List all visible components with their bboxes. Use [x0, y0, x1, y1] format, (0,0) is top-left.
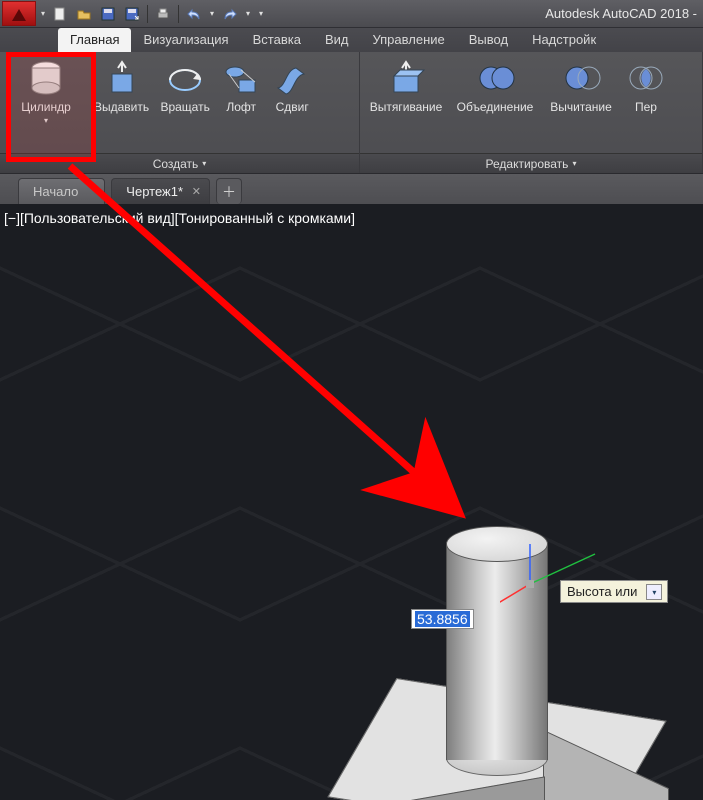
- extrude-icon: [102, 58, 142, 98]
- document-tab-bar: Начало Чертеж1* ✕ ＋: [0, 174, 703, 204]
- cylinder-top-ellipse: [446, 526, 548, 562]
- subtract-label: Вычитание: [550, 100, 612, 114]
- app-menu-button[interactable]: [2, 1, 36, 26]
- panel-edit-title[interactable]: Редактировать ▾: [360, 153, 702, 173]
- cylinder-icon: [26, 58, 66, 98]
- viewport-controls-label[interactable]: [−][Пользовательский вид][Тонированный с…: [4, 210, 355, 226]
- undo-button[interactable]: [183, 3, 205, 25]
- presspull-icon: [386, 58, 426, 98]
- close-icon[interactable]: ✕: [192, 185, 201, 198]
- loft-label: Лофт: [226, 100, 256, 114]
- tooltip-dropdown-icon[interactable]: ▾: [646, 584, 662, 600]
- intersect-label: Пер: [635, 100, 657, 114]
- sweep-label: Сдвиг: [276, 100, 309, 114]
- tab-visualize[interactable]: Визуализация: [131, 28, 240, 52]
- presspull-button[interactable]: Вытягивание: [364, 56, 448, 114]
- tab-view[interactable]: Вид: [313, 28, 361, 52]
- tooltip-text: Высота или: [567, 584, 637, 599]
- new-tab-button[interactable]: ＋: [216, 178, 242, 204]
- panel-create-label: Создать: [153, 157, 199, 171]
- separator: [147, 5, 148, 23]
- undo-dropdown-icon[interactable]: ▾: [207, 3, 217, 25]
- qat-customize-dropdown[interactable]: ▾: [255, 3, 267, 25]
- dynamic-input-field[interactable]: 53.8856: [411, 609, 474, 629]
- saveas-button[interactable]: [121, 3, 143, 25]
- print-button[interactable]: [152, 3, 174, 25]
- sweep-icon: [272, 58, 312, 98]
- tab-home[interactable]: Главная: [58, 28, 131, 52]
- intersect-icon: [626, 58, 666, 98]
- save-button[interactable]: [97, 3, 119, 25]
- tab-output[interactable]: Вывод: [457, 28, 520, 52]
- extrude-label: Выдавить: [94, 100, 149, 114]
- chevron-down-icon: ▾: [202, 159, 206, 168]
- app-menu-dropdown-icon[interactable]: ▾: [38, 1, 48, 26]
- sweep-button[interactable]: Сдвиг: [267, 56, 317, 114]
- doc-tab-start[interactable]: Начало: [18, 178, 105, 204]
- tab-insert[interactable]: Вставка: [241, 28, 313, 52]
- cylinder-button[interactable]: Цилиндр ▾: [4, 56, 88, 125]
- open-button[interactable]: [73, 3, 95, 25]
- new-button[interactable]: [49, 3, 71, 25]
- doc-tab-drawing1[interactable]: Чертеж1* ✕: [111, 178, 210, 204]
- tab-manage[interactable]: Управление: [360, 28, 456, 52]
- redo-dropdown-icon[interactable]: ▾: [243, 3, 253, 25]
- scene-3d: [0, 204, 703, 800]
- intersect-button[interactable]: Пер: [622, 56, 670, 114]
- redo-button[interactable]: [219, 3, 241, 25]
- doc-tab-start-label: Начало: [33, 184, 78, 199]
- doc-tab-drawing1-label: Чертеж1*: [126, 184, 183, 199]
- ribbon: Цилиндр ▾ Выдавить Вращать Лофт: [0, 52, 703, 174]
- cylinder-label: Цилиндр: [21, 100, 71, 114]
- union-button[interactable]: Объединение: [450, 56, 540, 114]
- revolve-label: Вращать: [160, 100, 209, 114]
- model-viewport[interactable]: [−][Пользовательский вид][Тонированный с…: [0, 204, 703, 800]
- loft-icon: [221, 58, 261, 98]
- ribbon-tab-strip: Главная Визуализация Вставка Вид Управле…: [0, 27, 703, 52]
- loft-button[interactable]: Лофт: [217, 56, 265, 114]
- dynamic-input-tooltip: Высота или ▾: [560, 580, 668, 603]
- autocad-logo-icon: [12, 9, 26, 21]
- subtract-button[interactable]: Вычитание: [542, 56, 620, 114]
- tab-addins[interactable]: Надстройк: [520, 28, 608, 52]
- chevron-down-icon: ▾: [44, 116, 48, 125]
- cylinder-body: [446, 542, 548, 760]
- extrude-button[interactable]: Выдавить: [90, 56, 153, 114]
- union-icon: [475, 58, 515, 98]
- panel-edit-label: Редактировать: [486, 157, 569, 171]
- subtract-icon: [561, 58, 601, 98]
- quick-access-toolbar: ▾ ▾ ▾ ▾ Autodesk AutoCAD 2018 -: [0, 0, 703, 27]
- dynamic-input-value: 53.8856: [415, 611, 470, 627]
- chevron-down-icon: ▾: [572, 159, 576, 168]
- separator: [178, 5, 179, 23]
- panel-create: Цилиндр ▾ Выдавить Вращать Лофт: [0, 52, 360, 173]
- panel-create-title[interactable]: Создать ▾: [0, 153, 359, 173]
- revolve-button[interactable]: Вращать: [155, 56, 215, 114]
- panel-edit: Вытягивание Объединение Вычитание Пер: [360, 52, 703, 173]
- revolve-icon: [165, 58, 205, 98]
- window-title: Autodesk AutoCAD 2018 -: [545, 6, 697, 21]
- union-label: Объединение: [457, 100, 534, 114]
- presspull-label: Вытягивание: [370, 100, 443, 114]
